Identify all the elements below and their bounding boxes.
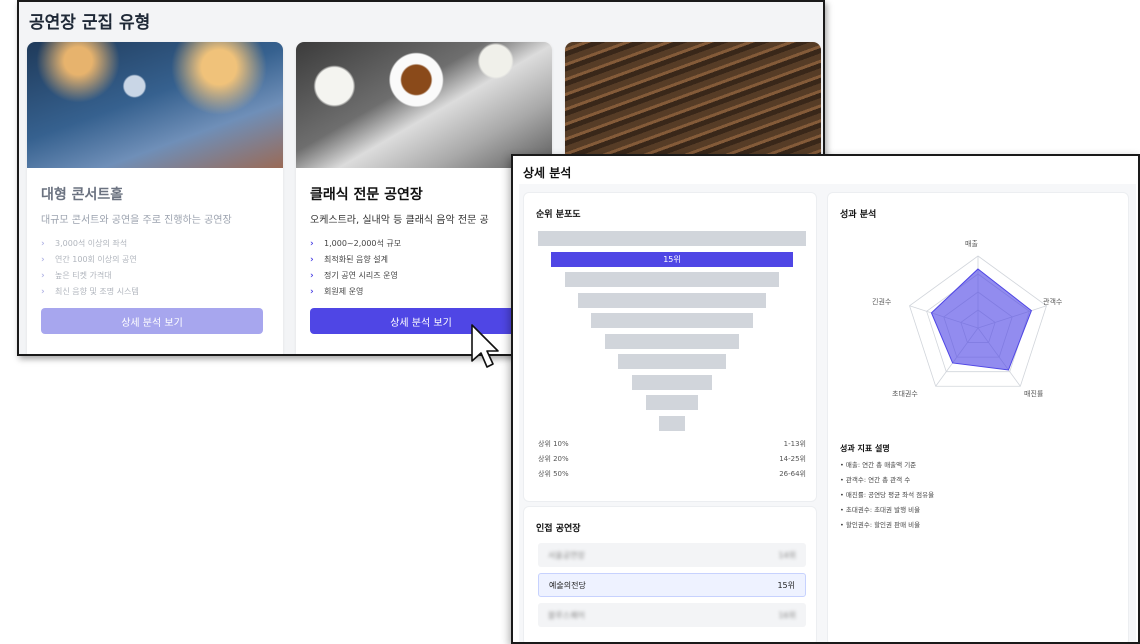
radar-label-tickets: 긴권수 xyxy=(872,298,892,306)
radar-label-sellout: 매진률 xyxy=(1024,390,1044,398)
metric-desc-item: • 초대권수: 초대권 발행 비율 xyxy=(840,506,921,514)
feature-item: › 3,000석 이상의 좌석 xyxy=(41,236,269,252)
rank-legend-row: 상위 20% 14-25위 xyxy=(538,455,806,463)
detail-analysis-button[interactable]: 상세 분석 보기 xyxy=(41,308,263,334)
radar-label-sales: 매출 xyxy=(965,240,978,248)
funnel-bar xyxy=(618,354,726,369)
card-large-concert-hall[interactable]: 대형 콘서트홀 대규모 콘서트와 공연을 주로 진행하는 공연장 › 3,000석… xyxy=(27,42,283,354)
neighbor-row-current[interactable]: 예술의전당 15위 xyxy=(538,573,806,597)
feature-item: › 회원제 운영 xyxy=(310,284,538,300)
feature-item: › 최신 음향 및 조명 시스템 xyxy=(41,284,269,300)
feature-item: › 정기 공연 시리즈 운영 xyxy=(310,268,538,284)
chevron-right-icon: › xyxy=(41,287,45,297)
funnel-bar xyxy=(632,375,712,390)
feature-item: › 최적화된 음향 설계 xyxy=(310,252,538,268)
metric-desc-item: • 매진률: 공연당 평균 좌석 점유율 xyxy=(840,491,935,499)
chevron-right-icon: › xyxy=(310,287,314,297)
rank-distribution-panel: 순위 분포도 15위 상위 10% 1-13위 상위 20% 14-25위 상위 5… xyxy=(523,192,817,502)
panel-title: 인접 공연장 xyxy=(536,524,581,534)
metric-desc-item: • 매출: 연간 총 매출액 기준 xyxy=(840,461,917,469)
detail-title: 상세 분석 xyxy=(523,166,572,180)
detail-analysis-window: 상세 분석 순위 분포도 15위 상위 10% 1-13위 상위 20% 14-25… xyxy=(511,154,1140,644)
page-title: 공연장 군집 유형 xyxy=(29,13,151,33)
feature-item: › 연간 100회 이상의 공연 xyxy=(41,252,269,268)
funnel-bar xyxy=(646,395,698,410)
card-description: 대규모 콘서트와 공연을 주로 진행하는 공연장 xyxy=(41,215,232,226)
detail-content: 순위 분포도 15위 상위 10% 1-13위 상위 20% 14-25위 상위 5… xyxy=(519,184,1136,642)
chevron-right-icon: › xyxy=(41,239,45,249)
neighbor-venues-panel: 인접 공연장 서울공연장 14위 예술의전당 15위 블루스퀘어 16위 xyxy=(523,506,817,642)
funnel-bar xyxy=(578,293,766,308)
chevron-right-icon: › xyxy=(310,239,314,249)
metrics-title: 성과 지표 설명 xyxy=(840,444,890,453)
funnel-bar xyxy=(605,334,739,349)
funnel-bar xyxy=(565,272,779,287)
radar-label-invitations: 초대권수 xyxy=(892,390,918,398)
card-title: 클래식 전문 공연장 xyxy=(310,187,423,203)
funnel-bar xyxy=(538,231,806,246)
rank-legend-row: 상위 10% 1-13위 xyxy=(538,440,806,448)
neighbor-row[interactable]: 서울공연장 14위 xyxy=(538,543,806,567)
concert-hall-image xyxy=(27,42,283,168)
radar-chart xyxy=(909,255,1047,387)
card-description: 오케스트라, 실내악 등 클래식 음악 전문 공 xyxy=(310,215,489,226)
funnel-bar xyxy=(591,313,753,328)
metric-desc-item: • 관객수: 연간 총 관객 수 xyxy=(840,476,911,484)
chevron-right-icon: › xyxy=(41,255,45,265)
metric-desc-item: • 할인권수: 할인권 판매 비율 xyxy=(840,521,921,529)
radar-label-audience: 관객수 xyxy=(1043,298,1063,306)
mouse-cursor-icon xyxy=(471,324,499,368)
feature-item: › 높은 티켓 가격대 xyxy=(41,268,269,284)
neighbor-row[interactable]: 블루스퀘어 16위 xyxy=(538,603,806,627)
chevron-right-icon: › xyxy=(310,271,314,281)
panel-title: 성과 분석 xyxy=(840,210,877,220)
rank-legend-row: 상위 50% 26-64위 xyxy=(538,470,806,478)
panel-title: 순위 분포도 xyxy=(536,210,581,220)
feature-list: › 3,000석 이상의 좌석 › 연간 100회 이상의 공연 › 높은 티켓 가격… xyxy=(41,236,269,300)
feature-list: › 1,000~2,000석 규모 › 최적화된 음향 설계 › 정기 공연 시리즈 … xyxy=(310,236,538,300)
feature-item: › 1,000~2,000석 규모 xyxy=(310,236,538,252)
chevron-right-icon: › xyxy=(310,255,314,265)
theater-image xyxy=(565,42,821,168)
funnel-bar-current: 15위 xyxy=(551,252,793,267)
chevron-right-icon: › xyxy=(41,271,45,281)
performance-panel: 성과 분석 매출 관객수 매진률 초대권수 긴권수 성과 지표 설명 • 매출:… xyxy=(827,192,1129,642)
classical-hall-image xyxy=(296,42,552,168)
card-title: 대형 콘서트홀 xyxy=(41,187,124,203)
funnel-bar xyxy=(659,416,685,431)
